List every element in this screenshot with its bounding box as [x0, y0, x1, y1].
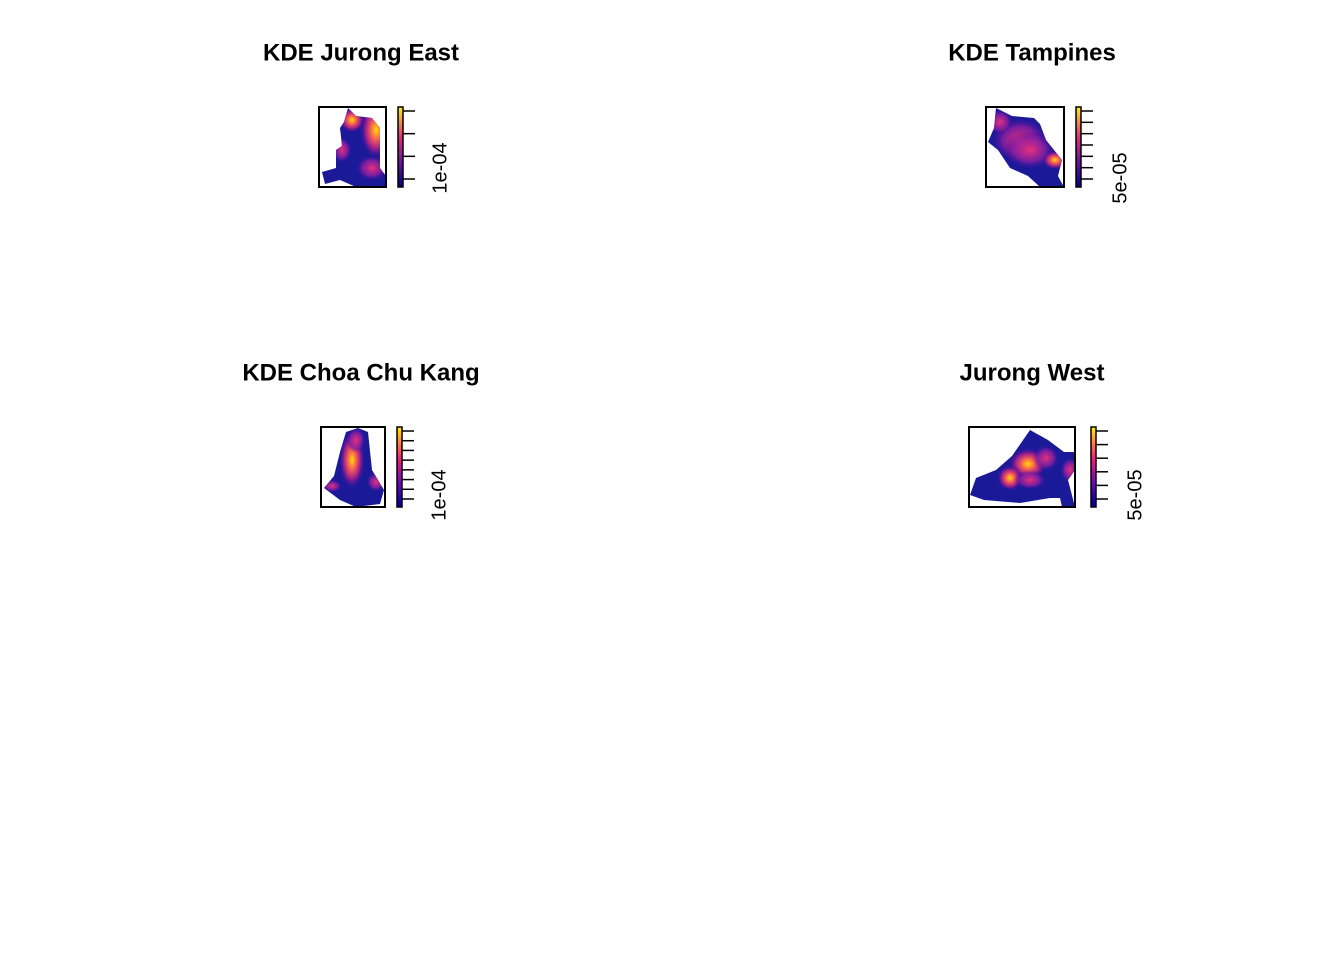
colorbar [1090, 426, 1097, 508]
density-hotspot [988, 109, 1013, 135]
kde-panel: Jurong West 5e-05 [960, 359, 1147, 520]
density-hotspot [360, 108, 386, 159]
kde-panel: KDE Jurong East 1e-04 [263, 39, 459, 193]
density-hotspot [1014, 470, 1046, 490]
density-hotspot [324, 479, 342, 493]
kde-panel: KDE Tampines 5e-05 [948, 39, 1131, 203]
colorbar-label: 5e-05 [1109, 152, 1131, 203]
kde-plots: KDE Jurong East1e-04KDE Tampines5e-05KDE… [242, 39, 1147, 520]
colorbar-label: 1e-04 [429, 142, 451, 193]
panel-title: KDE Tampines [948, 39, 1116, 66]
colorbar [396, 426, 403, 508]
density-hotspot [332, 137, 352, 163]
density-hotspot [339, 108, 365, 133]
kde-panel: KDE Choa Chu Kang 1e-04 [242, 359, 479, 520]
colorbar-label: 1e-04 [428, 469, 450, 520]
panel-title: KDE Choa Chu Kang [242, 359, 479, 386]
density-hotspot [366, 472, 384, 492]
density-hotspot [1060, 457, 1075, 483]
panel-title: KDE Jurong East [263, 39, 459, 66]
colorbar [1075, 106, 1082, 188]
density-hotspot [356, 155, 386, 181]
colorbar-label: 5e-05 [1124, 469, 1146, 520]
density-hotspot [346, 428, 366, 453]
colorbar [397, 106, 404, 188]
density-hotspot [1033, 445, 1059, 471]
panel-title: Jurong West [960, 359, 1105, 386]
